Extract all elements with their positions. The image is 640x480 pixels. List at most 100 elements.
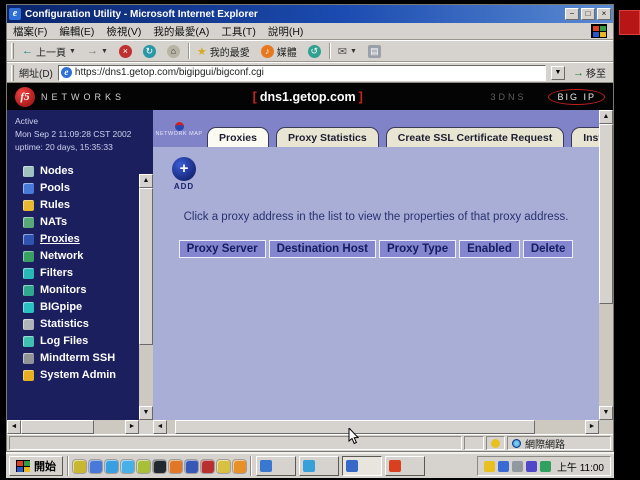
menu-help[interactable]: 說明(H) [268, 24, 304, 39]
filters-icon [23, 268, 34, 279]
menu-tools[interactable]: 工具(T) [221, 24, 255, 39]
print-button[interactable]: ▤ [365, 44, 384, 59]
address-dropdown-icon[interactable]: ▼ [551, 66, 565, 80]
menu-file[interactable]: 檔案(F) [13, 24, 47, 39]
network-map-button[interactable]: NETWORK MAP [158, 115, 200, 144]
stop-button[interactable]: × [116, 44, 135, 59]
quick-launch-icon[interactable] [73, 460, 86, 473]
tab-proxy-statistics[interactable]: Proxy Statistics [276, 127, 379, 147]
quick-launch-icon[interactable] [105, 460, 118, 473]
mail-dropdown-icon[interactable]: ▼ [350, 48, 357, 55]
add-proxy-button[interactable]: + ADD [169, 157, 199, 191]
scrollbar-thumb[interactable] [139, 188, 153, 345]
quick-launch-icon[interactable] [137, 460, 150, 473]
sidebar-item-pools[interactable]: Pools [23, 180, 153, 197]
addressbar-grip[interactable] [11, 65, 14, 81]
scrollbar-thumb[interactable] [21, 420, 94, 434]
back-button[interactable]: ← 上一頁 ▼ [19, 43, 79, 60]
quick-launch-icon[interactable] [169, 460, 182, 473]
menu-edit[interactable]: 編輯(E) [59, 24, 94, 39]
sidebar-item-filters[interactable]: Filters [23, 265, 153, 282]
scroll-up-icon[interactable]: ▲ [139, 174, 153, 188]
sidebar-item-mindterm-ssh[interactable]: Mindterm SSH [23, 350, 153, 367]
taskbar-button[interactable] [299, 456, 339, 476]
go-button[interactable]: → 移至 [570, 65, 609, 80]
sidebar-item-nodes[interactable]: Nodes [23, 163, 153, 180]
minimize-button[interactable]: − [565, 8, 579, 20]
taskbar-button-active[interactable] [342, 456, 382, 476]
main-vertical-scrollbar[interactable]: ▲ ▼ [599, 110, 613, 434]
scroll-right-icon[interactable]: ► [125, 420, 139, 434]
nats-icon [23, 217, 34, 228]
sidebar-item-nats[interactable]: NATs [23, 214, 153, 231]
sidebar-vertical-scrollbar[interactable]: ▲ ▼ [139, 174, 153, 420]
quick-launch-icon[interactable] [233, 460, 246, 473]
scroll-down-icon[interactable]: ▼ [599, 406, 613, 420]
sidebar-item-system-admin[interactable]: System Admin [23, 367, 153, 384]
forward-dropdown-icon[interactable]: ▼ [101, 48, 108, 55]
tab-install-ssl-certificate[interactable]: Install SSL Certif [571, 127, 599, 147]
tab-create-ssl-certificate-request[interactable]: Create SSL Certificate Request [386, 127, 564, 147]
toolbar: ← 上一頁 ▼ → ▼ × ↻ ⌂ ★ [7, 40, 613, 62]
history-button[interactable]: ↺ [305, 44, 324, 59]
media-button[interactable]: ♪ 媒體 [258, 43, 300, 60]
main-horizontal-scrollbar[interactable]: ◄ ► [153, 420, 599, 434]
quick-launch-icon[interactable] [185, 460, 198, 473]
sidebar-item-statistics[interactable]: Statistics [23, 316, 153, 333]
pools-icon [23, 183, 34, 194]
scroll-left-icon[interactable]: ◄ [7, 420, 21, 434]
quick-launch-icon[interactable] [201, 460, 214, 473]
tray-icon[interactable] [512, 461, 523, 472]
scroll-left-icon[interactable]: ◄ [153, 420, 167, 434]
mail-button[interactable]: ✉ ▼ [335, 44, 360, 59]
quick-launch-icon[interactable] [217, 460, 230, 473]
taskbar-button[interactable] [385, 456, 425, 476]
maximize-button[interactable]: □ [581, 8, 595, 20]
tray-icon[interactable] [526, 461, 537, 472]
bigip-badge: BIG IP [548, 89, 605, 105]
sidebar-item-proxies[interactable]: Proxies [23, 231, 153, 248]
tray-icon[interactable] [484, 461, 495, 472]
refresh-button[interactable]: ↻ [140, 44, 159, 59]
table-header-row: Proxy Server Destination Host Proxy Type… [179, 240, 574, 258]
sidebar-item-log-files[interactable]: Log Files [23, 333, 153, 350]
status-uptime: uptime: 20 days, 15:35:33 [15, 141, 153, 154]
app-icon [303, 460, 315, 472]
tab-proxies[interactable]: Proxies [207, 127, 269, 147]
sidebar-item-network[interactable]: Network [23, 248, 153, 265]
back-dropdown-icon[interactable]: ▼ [69, 48, 76, 55]
favorites-button[interactable]: ★ 我的最愛 [194, 43, 253, 60]
forward-button[interactable]: → ▼ [84, 44, 111, 58]
mail-icon: ✉ [338, 45, 347, 58]
quick-launch-icon[interactable] [89, 460, 102, 473]
close-button[interactable]: × [597, 8, 611, 20]
start-button[interactable]: 開始 [9, 456, 63, 476]
sidebar-item-rules[interactable]: Rules [23, 197, 153, 214]
scrollbar-thumb[interactable] [599, 124, 613, 304]
add-icon: + [172, 157, 196, 181]
sidebar-item-bigpipe[interactable]: BIGpipe [23, 299, 153, 316]
menu-favorites[interactable]: 我的最愛(A) [153, 24, 209, 39]
quick-launch-icon[interactable] [153, 460, 166, 473]
task-buttons [256, 456, 425, 476]
log-files-icon [23, 336, 34, 347]
quick-launch-icon[interactable] [121, 460, 134, 473]
tabstrip: NETWORK MAP Proxies Proxy Statistics Cre… [153, 110, 599, 147]
scroll-up-icon[interactable]: ▲ [599, 110, 613, 124]
sidebar-item-monitors[interactable]: Monitors [23, 282, 153, 299]
system-status: Active Mon Sep 2 11:09:28 CST 2002 uptim… [7, 110, 153, 159]
statusbar: 網際網路 [7, 434, 613, 451]
address-input[interactable] [75, 67, 543, 78]
toolbar-grip[interactable] [11, 43, 14, 59]
status-message-pane [9, 436, 462, 450]
taskbar-button[interactable] [256, 456, 296, 476]
instruction-text: Click a proxy address in the list to vie… [153, 211, 599, 223]
scroll-right-icon[interactable]: ► [585, 420, 599, 434]
tray-icon[interactable] [540, 461, 551, 472]
sidebar-horizontal-scrollbar[interactable]: ◄ ► [7, 420, 139, 434]
stop-icon: × [119, 45, 132, 58]
home-button[interactable]: ⌂ [164, 44, 183, 59]
scroll-down-icon[interactable]: ▼ [139, 406, 153, 420]
tray-icon[interactable] [498, 461, 509, 472]
menu-view[interactable]: 檢視(V) [106, 24, 141, 39]
